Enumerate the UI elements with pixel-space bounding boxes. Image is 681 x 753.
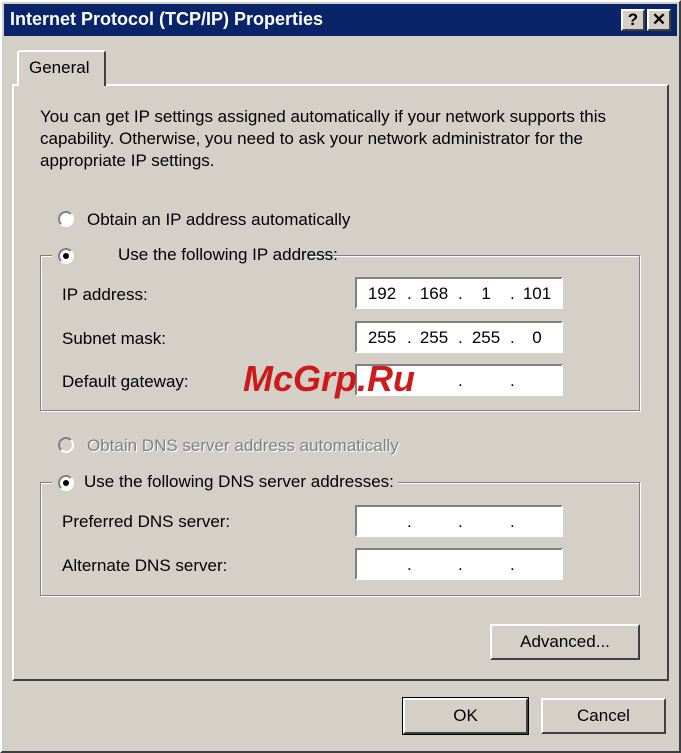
- ip-address-label: IP address:: [62, 285, 148, 304]
- description-text: You can get IP settings assigned automat…: [40, 107, 607, 170]
- default-gateway-label: Default gateway:: [62, 372, 189, 391]
- subnet-octet: 255: [419, 328, 449, 347]
- cancel-button-label: Cancel: [577, 706, 630, 725]
- obtain-dns-auto-label: Obtain DNS server address automatically: [87, 436, 399, 455]
- alternate-dns-label: Alternate DNS server:: [62, 556, 228, 575]
- octet-separator: .: [458, 284, 463, 303]
- title-bar[interactable]: Internet Protocol (TCP/IP) Properties ? …: [4, 4, 677, 36]
- subnet-octet: 0: [532, 328, 542, 347]
- ok-button-label: OK: [453, 706, 478, 725]
- octet-separator: .: [458, 512, 463, 531]
- octet-separator: .: [407, 284, 412, 303]
- close-button[interactable]: ✕: [647, 9, 671, 31]
- octet-separator: .: [458, 555, 463, 574]
- tab-general[interactable]: General: [17, 50, 106, 86]
- help-icon: ?: [627, 10, 639, 29]
- ip-octet: 192: [367, 284, 397, 303]
- octet-separator: .: [458, 328, 463, 347]
- help-button[interactable]: ?: [621, 9, 645, 31]
- octet-separator: .: [407, 328, 412, 347]
- subnet-octet: 255: [471, 328, 501, 347]
- octet-separator: .: [510, 555, 515, 574]
- dns-group-legend: Use the following DNS server addresses:: [52, 472, 398, 494]
- tab-general-label: General: [29, 58, 90, 77]
- octet-separator: .: [510, 371, 515, 390]
- use-following-ip-label[interactable]: Use the following IP address:: [90, 245, 338, 264]
- ip-address-input[interactable]: 192. 168. 1. 101: [355, 277, 563, 309]
- use-following-dns-label[interactable]: Use the following DNS server addresses:: [56, 472, 394, 491]
- advanced-button-label: Advanced...: [520, 632, 610, 651]
- subnet-mask-input[interactable]: 255. 255. 255. 0: [355, 321, 563, 353]
- ip-octet: 1: [481, 284, 491, 303]
- octet-separator: .: [510, 328, 515, 347]
- alternate-dns-input[interactable]: . . .: [355, 548, 563, 580]
- octet-separator: .: [407, 512, 412, 531]
- octet-separator: .: [458, 371, 463, 390]
- subnet-octet: 255: [367, 328, 397, 347]
- octet-separator: .: [407, 555, 412, 574]
- octet-separator: .: [510, 512, 515, 531]
- use-following-ip-radio[interactable]: [58, 248, 74, 264]
- obtain-ip-auto-radio[interactable]: [58, 211, 74, 227]
- obtain-ip-auto-label[interactable]: Obtain an IP address automatically: [87, 210, 350, 230]
- close-icon: ✕: [651, 10, 667, 29]
- window-title: Internet Protocol (TCP/IP) Properties: [10, 9, 324, 29]
- watermark: McGrp.Ru: [243, 358, 416, 399]
- advanced-button[interactable]: Advanced...: [490, 624, 640, 660]
- octet-separator: .: [510, 284, 515, 303]
- preferred-dns-label: Preferred DNS server:: [62, 512, 231, 531]
- cancel-button[interactable]: Cancel: [541, 698, 666, 734]
- ok-button[interactable]: OK: [402, 697, 529, 735]
- obtain-dns-auto-radio: [58, 437, 74, 453]
- preferred-dns-input[interactable]: . . .: [355, 505, 563, 537]
- subnet-mask-label: Subnet mask:: [62, 329, 166, 348]
- ip-group-legend: Use the following IP address:: [52, 245, 338, 267]
- ip-octet: 168: [419, 284, 449, 303]
- ip-octet: 101: [522, 284, 552, 303]
